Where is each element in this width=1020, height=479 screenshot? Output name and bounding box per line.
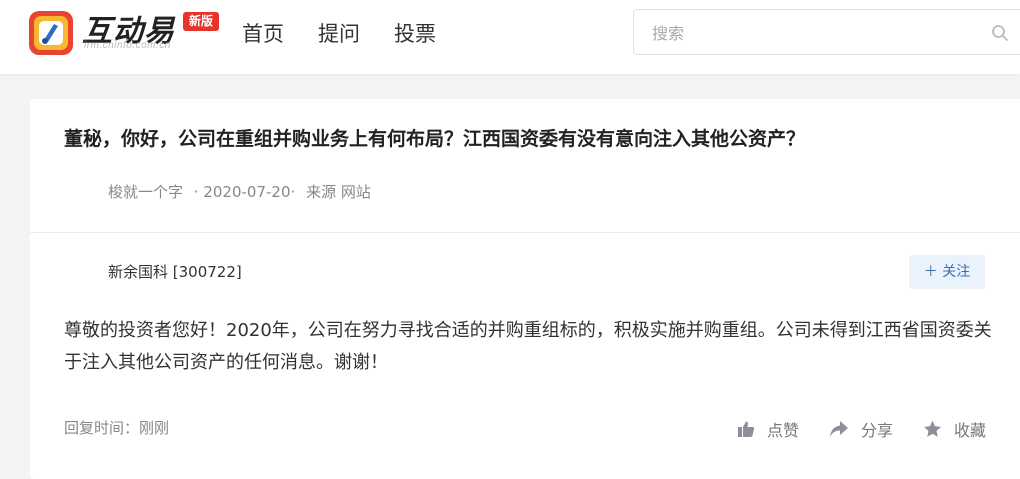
answer-text: 尊敬的投资者您好！2020年，公司在努力寻找合适的并购重组标的，积极实施并购重组… xyxy=(64,320,992,373)
search-box[interactable] xyxy=(633,9,1020,55)
search-icon[interactable] xyxy=(991,24,1009,42)
logo-icon[interactable] xyxy=(28,10,74,56)
share-icon xyxy=(829,421,848,437)
share-button[interactable]: 分享 xyxy=(829,417,893,441)
action-bar: 点赞 分享 收藏 xyxy=(707,417,986,441)
question-date: · 2020-07-20· xyxy=(193,183,296,201)
favorite-button[interactable]: 收藏 xyxy=(923,417,986,441)
question-meta: 梭就一个字 · 2020-07-20· 来源 网站 xyxy=(108,181,377,202)
question-title: 董秘，你好，公司在重组并购业务上有何布局？江西国资委有没有意向注入其他公资产？ xyxy=(64,128,806,150)
follow-button[interactable]: ＋ 关注 xyxy=(909,255,985,289)
new-version-badge: 新版 xyxy=(183,12,220,31)
divider xyxy=(30,232,1020,233)
qa-card: 董秘，你好，公司在重组并购业务上有何布局？江西国资委有没有意向注入其他公资产？ … xyxy=(30,99,1020,479)
question-source: 来源 网站 xyxy=(306,183,371,201)
favorite-label: 收藏 xyxy=(953,421,986,440)
main-nav: 首页 提问 投票 xyxy=(242,20,470,48)
like-label: 点赞 xyxy=(766,421,799,440)
top-header: 互动易 irm.cninfo.com.cn 新版 首页 提问 投票 xyxy=(0,0,1020,74)
nav-ask[interactable]: 提问 xyxy=(318,20,360,48)
share-label: 分享 xyxy=(860,421,893,440)
star-icon xyxy=(923,420,941,437)
nav-vote[interactable]: 投票 xyxy=(394,20,436,48)
thumbs-up-icon xyxy=(737,421,755,437)
search-input[interactable] xyxy=(650,20,974,46)
nav-home[interactable]: 首页 xyxy=(242,20,284,48)
company-name[interactable]: 新余国科 [300722] xyxy=(108,261,242,282)
like-button[interactable]: 点赞 xyxy=(737,417,799,441)
reply-time: 回复时间：刚刚 xyxy=(64,419,170,437)
question-author[interactable]: 梭就一个字 xyxy=(108,183,183,201)
logo-subtitle: irm.cninfo.com.cn xyxy=(84,40,171,51)
